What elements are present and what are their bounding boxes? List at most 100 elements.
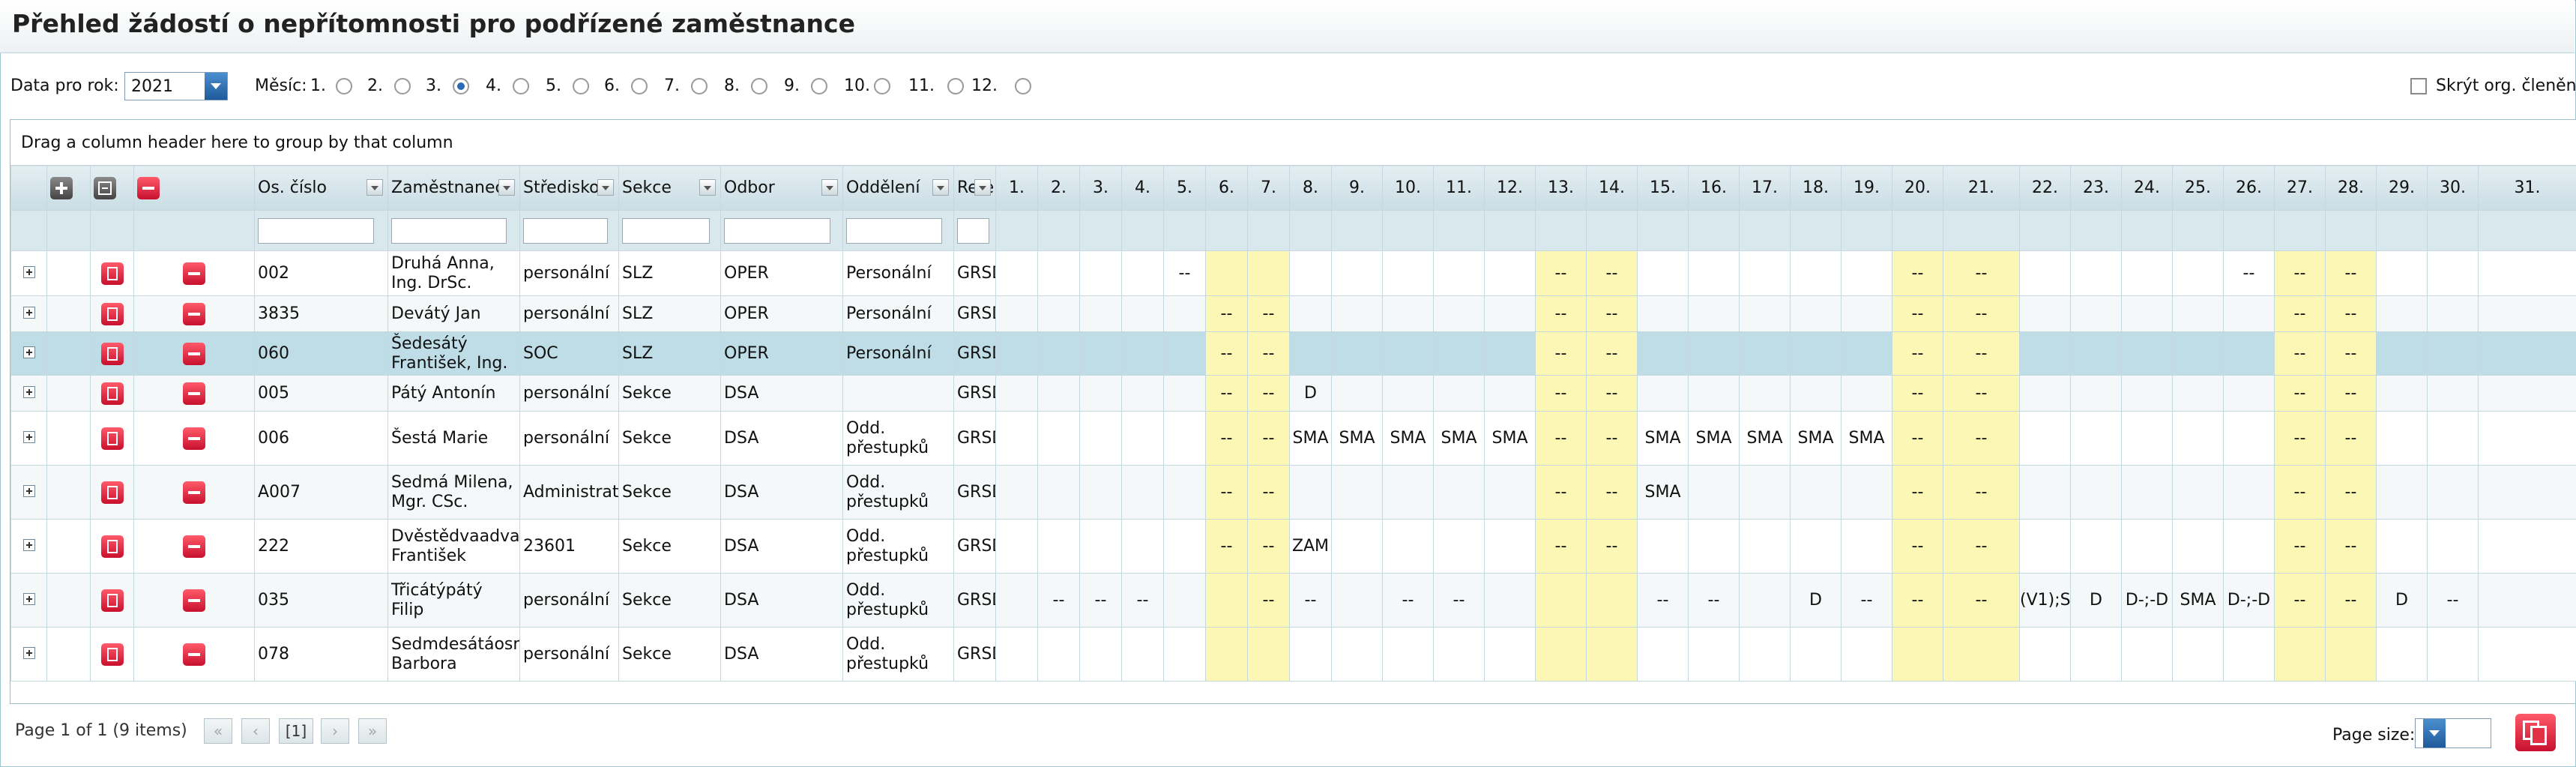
day-cell-6[interactable]	[1205, 250, 1248, 296]
column-filter-input-3[interactable]	[523, 217, 609, 244]
day-cell-7[interactable]: --	[1247, 331, 1290, 376]
day-cell-27[interactable]: --	[2274, 465, 2326, 520]
day-cell-25[interactable]	[2172, 519, 2224, 574]
document-icon[interactable]	[100, 262, 124, 285]
day-cell-7[interactable]: --	[1247, 295, 1290, 332]
day-cell-1[interactable]	[995, 295, 1038, 332]
day-cell-1[interactable]	[995, 519, 1038, 574]
day-cell-22[interactable]	[2019, 331, 2071, 376]
day-cell-17[interactable]	[1739, 465, 1791, 520]
first-page-button[interactable]: «	[204, 718, 232, 744]
expand-icon[interactable]	[22, 647, 35, 659]
day-cell-27[interactable]: --	[2274, 573, 2326, 628]
day-cell-15[interactable]	[1637, 250, 1689, 296]
day-cell-6[interactable]: --	[1205, 411, 1248, 466]
delete-icon[interactable]	[183, 535, 205, 558]
day-cell-31[interactable]	[2478, 627, 2576, 682]
day-cell-18[interactable]: D	[1790, 573, 1841, 628]
expand-icon[interactable]	[22, 346, 35, 358]
day-cell-8[interactable]	[1289, 250, 1332, 296]
column-filter-input-7[interactable]	[957, 217, 990, 244]
month-radio-12[interactable]	[1015, 78, 1031, 94]
day-cell-26[interactable]	[2223, 295, 2275, 332]
day-cell-5[interactable]	[1163, 519, 1206, 574]
day-cell-17[interactable]	[1739, 573, 1791, 628]
day-cell-2[interactable]: --	[1037, 573, 1080, 628]
delete-icon[interactable]	[183, 302, 205, 325]
day-cell-29[interactable]	[2376, 375, 2428, 412]
day-cell-27[interactable]: --	[2274, 411, 2326, 466]
day-header-15[interactable]: 15.	[1637, 165, 1689, 211]
day-cell-3[interactable]	[1079, 375, 1122, 412]
day-cell-2[interactable]	[1037, 250, 1080, 296]
day-cell-14[interactable]: --	[1586, 375, 1638, 412]
day-cell-20[interactable]: --	[1892, 465, 1943, 520]
day-cell-25[interactable]	[2172, 331, 2224, 376]
day-cell-10[interactable]	[1382, 375, 1434, 412]
delete-icon[interactable]	[137, 176, 160, 199]
document-icon[interactable]	[100, 589, 124, 612]
day-cell-27[interactable]: --	[2274, 295, 2326, 332]
day-cell-14[interactable]: --	[1586, 250, 1638, 296]
day-cell-5[interactable]	[1163, 375, 1206, 412]
day-header-13[interactable]: 13.	[1535, 165, 1587, 211]
day-cell-10[interactable]	[1382, 465, 1434, 520]
day-header-18[interactable]: 18.	[1790, 165, 1841, 211]
day-cell-17[interactable]	[1739, 519, 1791, 574]
day-cell-5[interactable]	[1163, 331, 1206, 376]
day-cell-6[interactable]: --	[1205, 331, 1248, 376]
expand-icon[interactable]	[22, 307, 35, 319]
day-cell-3[interactable]	[1079, 411, 1122, 466]
day-cell-25[interactable]	[2172, 295, 2224, 332]
day-cell-27[interactable]: --	[2274, 375, 2326, 412]
day-cell-8[interactable]: D	[1289, 375, 1332, 412]
day-cell-24[interactable]	[2121, 295, 2173, 332]
day-cell-10[interactable]	[1382, 295, 1434, 332]
day-cell-29[interactable]	[2376, 627, 2428, 682]
day-cell-1[interactable]	[995, 465, 1038, 520]
day-cell-10[interactable]: SMA	[1382, 411, 1434, 466]
day-cell-15[interactable]	[1637, 375, 1689, 412]
day-cell-19[interactable]: SMA	[1841, 411, 1892, 466]
day-header-10[interactable]: 10.	[1382, 165, 1434, 211]
day-cell-23[interactable]	[2070, 375, 2122, 412]
day-cell-25[interactable]	[2172, 627, 2224, 682]
day-cell-4[interactable]	[1121, 465, 1164, 520]
day-cell-9[interactable]	[1331, 375, 1383, 412]
day-cell-10[interactable]	[1382, 627, 1434, 682]
day-cell-24[interactable]	[2121, 411, 2173, 466]
day-cell-20[interactable]: --	[1892, 573, 1943, 628]
hide-org-checkbox[interactable]	[2410, 78, 2427, 94]
column-header-2[interactable]: Zaměstnanec	[387, 165, 520, 211]
day-cell-27[interactable]: --	[2274, 519, 2326, 574]
day-cell-3[interactable]	[1079, 627, 1122, 682]
day-header-29[interactable]: 29.	[2376, 165, 2428, 211]
table-row[interactable]: 060 Šedesátý František, Ing. SOC SLZ OPER Per…	[10, 331, 2576, 376]
day-cell-1[interactable]	[995, 573, 1038, 628]
day-cell-18[interactable]	[1790, 250, 1841, 296]
day-cell-15[interactable]: --	[1637, 573, 1689, 628]
day-cell-23[interactable]	[2070, 627, 2122, 682]
day-cell-29[interactable]: D	[2376, 573, 2428, 628]
day-cell-11[interactable]	[1433, 375, 1485, 412]
day-cell-2[interactable]	[1037, 465, 1080, 520]
column-filter-input-1[interactable]	[258, 217, 375, 244]
day-cell-30[interactable]	[2427, 411, 2479, 466]
month-radio-10[interactable]	[874, 78, 890, 94]
day-cell-6[interactable]: --	[1205, 465, 1248, 520]
day-cell-16[interactable]	[1688, 519, 1740, 574]
day-cell-28[interactable]: --	[2325, 411, 2377, 466]
day-cell-20[interactable]: --	[1892, 375, 1943, 412]
day-cell-25[interactable]	[2172, 411, 2224, 466]
day-cell-28[interactable]: --	[2325, 331, 2377, 376]
day-cell-13[interactable]: --	[1535, 331, 1587, 376]
delete-icon[interactable]	[183, 643, 205, 666]
day-cell-26[interactable]: --	[2223, 250, 2275, 296]
day-cell-4[interactable]	[1121, 375, 1164, 412]
day-cell-9[interactable]	[1331, 295, 1383, 332]
day-cell-9[interactable]	[1331, 519, 1383, 574]
day-cell-27[interactable]: --	[2274, 250, 2326, 296]
day-cell-2[interactable]	[1037, 519, 1080, 574]
day-cell-22[interactable]	[2019, 250, 2071, 296]
filter-menu-icon[interactable]	[699, 179, 716, 196]
